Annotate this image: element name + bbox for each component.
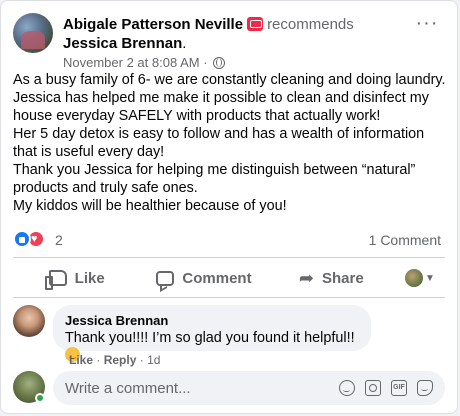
post-paragraph: As a busy family of 6- we are constantly… — [13, 72, 446, 124]
avatar — [405, 269, 424, 287]
post-paragraph: Her 5 day detox is easy to follow and ha… — [13, 126, 425, 160]
comment-meta: Like · Reply · 1d — [69, 353, 160, 367]
post-paragraph: Thank you Jessica for helping me disting… — [13, 162, 416, 196]
sticker-icon[interactable] — [417, 380, 433, 396]
post-timestamp[interactable]: November 2 at 8:08 AM — [63, 55, 200, 70]
author-avatar[interactable] — [13, 13, 53, 53]
post-body: As a busy family of 6- we are constantly… — [13, 71, 449, 215]
like-icon — [44, 270, 67, 290]
react-as-selector[interactable]: ▼ — [395, 263, 445, 293]
commenter-name[interactable]: Jessica Brennan — [65, 313, 359, 329]
comment-label: Comment — [182, 269, 252, 287]
post-title: Abigale Patterson Neville recommends Jess… — [63, 15, 403, 53]
comment-input-placeholder[interactable]: Write a comment... — [65, 380, 339, 397]
comment-bubble: Jessica Brennan Thank you!!!! I’m so gla… — [53, 305, 371, 362]
globe-icon[interactable] — [213, 57, 226, 69]
comment-count[interactable]: 1 Comment — [369, 232, 441, 248]
comment-text: Thank you!!!! I’m so glad you found it h… — [65, 330, 355, 346]
camera-icon[interactable] — [365, 380, 381, 396]
comment-input[interactable]: Write a comment... GIF — [53, 371, 445, 405]
comment-icon — [156, 270, 175, 286]
divider — [13, 257, 445, 258]
online-status-dot — [35, 393, 45, 403]
comment-button[interactable]: Comment — [140, 263, 267, 293]
share-button[interactable]: ➦ Share — [268, 263, 395, 293]
meta-separator: · — [203, 55, 208, 70]
comment-like-link[interactable]: Like — [69, 353, 93, 367]
divider — [13, 297, 445, 298]
reaction-count[interactable]: 2 — [55, 232, 63, 248]
commenter-avatar[interactable] — [13, 305, 45, 337]
share-icon: ➦ — [298, 268, 315, 288]
recommend-icon — [247, 17, 264, 31]
like-reaction-icon — [13, 230, 31, 248]
comment-meta-dot: · — [96, 353, 101, 367]
post-card: Abigale Patterson Neville recommends Jess… — [0, 0, 458, 414]
recommended-page-name[interactable]: Jessica Brennan — [63, 35, 182, 52]
share-label: Share — [322, 269, 364, 287]
post-paragraph: My kiddos will be healthier because of y… — [13, 198, 287, 214]
like-button[interactable]: Like — [13, 263, 140, 293]
composer-tools: GIF — [339, 380, 433, 396]
gif-icon[interactable]: GIF — [391, 380, 407, 396]
action-bar: Like Comment ➦ Share ▼ — [13, 263, 445, 293]
comment-item: Jessica Brennan Thank you!!!! I’m so gla… — [13, 305, 445, 367]
title-period: . — [182, 35, 187, 52]
more-icon[interactable]: ··· — [413, 13, 441, 37]
recommend-verb: recommends — [267, 16, 354, 33]
comment-reply-link[interactable]: Reply — [104, 353, 137, 367]
comment-age[interactable]: · 1d — [140, 353, 161, 367]
post-header: Abigale Patterson Neville recommends Jess… — [13, 13, 445, 71]
caret-icon: ▼ — [425, 272, 435, 284]
comment-composer: Write a comment... GIF — [13, 369, 445, 405]
post-meta: November 2 at 8:08 AM · — [63, 55, 226, 71]
like-label: Like — [74, 269, 105, 287]
smile-icon[interactable] — [339, 380, 355, 396]
author-name[interactable]: Abigale Patterson Neville — [63, 16, 243, 33]
